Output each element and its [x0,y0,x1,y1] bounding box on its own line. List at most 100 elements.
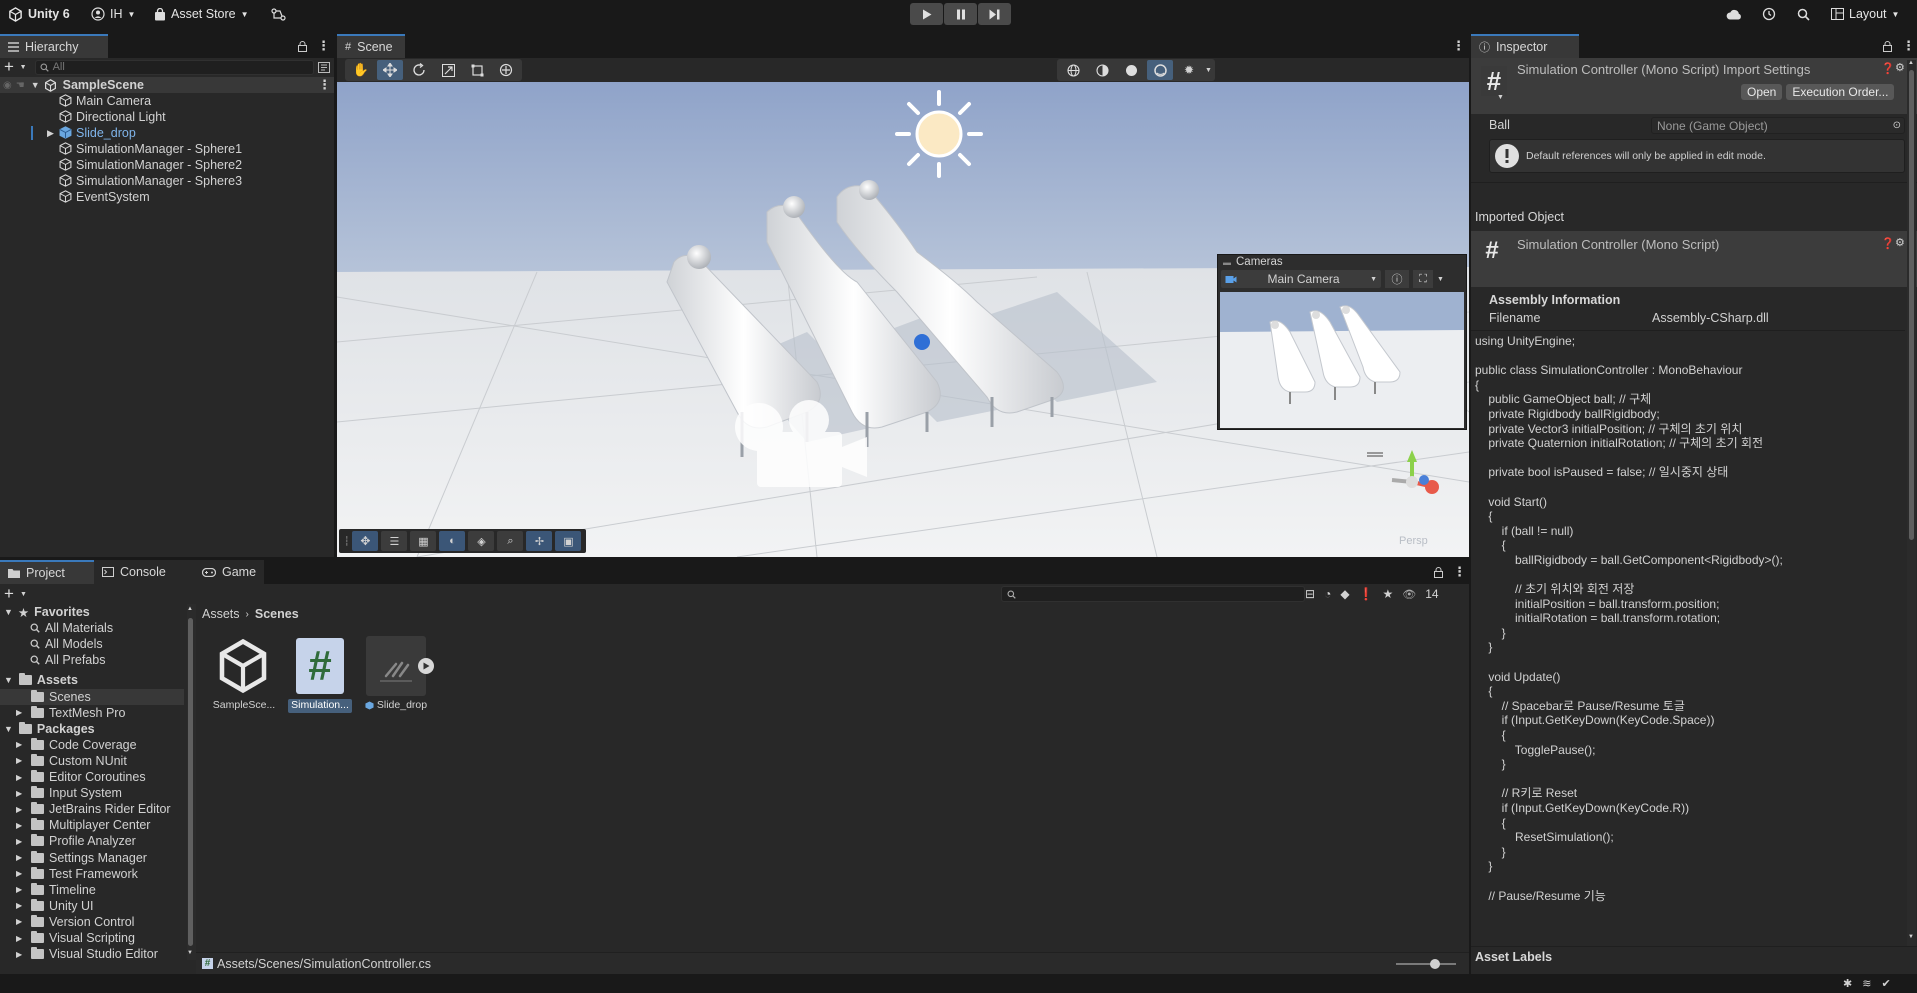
search-filter-icon[interactable]: ⊟ [1305,587,1315,601]
shading-button[interactable] [1118,60,1144,80]
hidden-packages-icon[interactable]: 👁 [1402,588,1416,601]
tree-assets[interactable]: ▼ Assets [0,672,184,688]
tree-package-folder[interactable]: ▶ Version Control [0,914,184,930]
pause-button[interactable] [944,3,977,25]
overlay-search-button[interactable]: ⌕ [497,531,524,551]
rect-tool-button[interactable] [464,60,490,80]
scroll-up-icon[interactable]: ▲ [1908,60,1914,66]
visibility-icon[interactable]: ◉ [3,80,12,91]
filter-warning-icon[interactable]: ❗ [1359,587,1374,601]
overlay-shading-button[interactable]: ◐ [439,531,466,551]
breadcrumb-assets[interactable]: Assets [202,607,240,621]
tree-asset-folder[interactable]: Scenes [0,688,184,705]
step-button[interactable] [978,3,1011,25]
draw-mode-button[interactable] [1147,60,1173,80]
tab-project[interactable]: Project [0,560,94,584]
tab-game[interactable]: Game [194,560,264,584]
project-tree-scrollbar[interactable]: ▲ ▼ [186,606,195,960]
expand-arrow-icon[interactable]: ▶ [16,950,22,959]
tree-package-folder[interactable]: ▶ Visual Scripting [0,930,184,946]
expand-arrow-icon[interactable]: ▼ [31,80,40,90]
hierarchy-item[interactable]: Directional Light [0,109,334,125]
unity-menu[interactable]: Unity 6 [8,0,70,28]
tree-package-folder[interactable]: ▶ Timeline [0,882,184,898]
tab-inspector[interactable]: ⓘ Inspector [1471,34,1579,58]
favorite-star-icon[interactable]: ★ [1383,587,1394,601]
tree-package-folder[interactable]: ▶ Settings Manager [0,850,184,866]
expand-arrow-icon[interactable]: ▶ [16,869,22,878]
tree-package-folder[interactable]: ▶ Custom NUnit [0,753,184,769]
tree-favorites[interactable]: ▼ ★ Favorites [0,604,184,620]
transform-tool-button[interactable] [493,60,519,80]
hand-tool-button[interactable]: ✋ [348,60,374,80]
chevron-down-icon[interactable]: ▼ [1497,94,1504,101]
overlay-layers-button[interactable]: ◈ [468,531,495,551]
rotate-tool-button[interactable] [406,60,432,80]
tree-package-folder[interactable]: ▶ JetBrains Rider Editor [0,801,184,817]
hierarchy-item[interactable]: SimulationManager - Sphere2 [0,157,334,173]
help-icon[interactable]: ❓ [1881,62,1895,75]
tab-hierarchy[interactable]: Hierarchy [0,34,108,58]
lock-icon[interactable] [1883,40,1892,52]
expand-arrow-icon[interactable]: ▶ [16,885,22,894]
expand-arrow-icon[interactable]: ▶ [16,821,22,830]
filter-by-type-icon[interactable]: ◔ [1324,587,1331,601]
lighting-button[interactable] [1089,60,1115,80]
expand-arrow-icon[interactable]: ▶ [47,128,54,139]
tree-package-folder[interactable]: ▶ Code Coverage [0,737,184,753]
expand-arrow-icon[interactable]: ▼ [4,607,13,617]
expand-arrow-icon[interactable]: ▶ [16,789,22,798]
expand-arrow-icon[interactable]: ▶ [16,740,22,749]
expand-arrow-icon[interactable]: ▶ [16,805,22,814]
hierarchy-item[interactable]: SimulationManager - Sphere3 [0,173,334,189]
tree-favorite-item[interactable]: All Materials [0,620,184,636]
settings-icon[interactable]: ⚙ [1895,61,1905,74]
scrollbar-thumb[interactable] [1909,70,1914,540]
camera-frame-button[interactable]: ⛶ [1413,270,1433,288]
scrollbar-thumb[interactable] [188,618,193,946]
hierarchy-search-input[interactable]: All [34,59,314,75]
tree-package-folder[interactable]: ▶ Test Framework [0,866,184,882]
help-icon[interactable]: ❓ [1881,237,1895,250]
open-button[interactable]: Open [1741,84,1783,100]
drag-handle-icon[interactable]: ▬ [1223,258,1231,267]
cloud-button[interactable] [1726,0,1742,28]
execution-order-button[interactable]: Execution Order... [1786,84,1895,100]
version-control-button[interactable] [271,0,286,28]
kebab-menu-icon[interactable]: ⋮ [1902,38,1915,54]
hierarchy-item[interactable]: SimulationManager - Sphere1 [0,141,334,157]
scale-tool-button[interactable] [435,60,461,80]
search-button[interactable] [1797,0,1810,28]
tab-console[interactable]: Console [94,560,194,584]
expand-arrow-icon[interactable]: ▶ [16,901,22,910]
global-view-button[interactable] [1060,60,1086,80]
lock-icon[interactable] [298,40,307,52]
camera-select[interactable]: Main Camera ▼ [1221,270,1381,288]
inspector-scrollbar[interactable]: ▲ ▼ [1907,60,1916,946]
layout-dropdown[interactable]: Layout ▼ [1831,0,1899,28]
breadcrumb-scenes[interactable]: Scenes [255,607,299,621]
scene-viewport[interactable]: Persp ▬ Cameras Main Camera ▼ ⓘ ⛶ ▼ ┇ ✥ … [337,82,1469,557]
overlay-move-button[interactable]: ✥ [352,531,379,551]
object-picker-icon[interactable]: ⊙ [1893,120,1904,131]
overlay-settings-button[interactable]: ☰ [381,531,408,551]
tree-asset-folder[interactable]: ▶ TextMesh Pro [0,705,184,721]
hierarchy-item[interactable]: Main Camera [0,93,334,109]
gizmos-button[interactable]: ✹ [1176,60,1202,80]
expand-arrow-icon[interactable]: ▶ [16,756,22,765]
scroll-up-icon[interactable]: ▲ [187,606,193,612]
search-filter-icon[interactable] [318,61,330,73]
expand-arrow-icon[interactable]: ▼ [4,675,13,685]
project-search-input[interactable] [1001,586,1305,602]
bug-icon[interactable]: ✱ [1843,977,1852,990]
tree-package-folder[interactable]: ▶ Profile Analyzer [0,833,184,849]
filter-by-label-icon[interactable]: ◆ [1340,587,1349,601]
tree-package-folder[interactable]: ▶ Unity UI [0,898,184,914]
tree-package-folder[interactable]: ▶ Multiplayer Center [0,817,184,833]
file-item-simulationcontroller[interactable]: # Simulation... [288,636,352,716]
expand-arrow-icon[interactable]: ▶ [16,708,22,717]
tree-favorite-item[interactable]: All Models [0,636,184,652]
hierarchy-scene-row[interactable]: ◉ ☚ ▼ SampleScene ⋮ [0,77,334,93]
expand-arrow-icon[interactable]: ▶ [16,853,22,862]
expand-arrow-icon[interactable]: ▶ [16,917,22,926]
